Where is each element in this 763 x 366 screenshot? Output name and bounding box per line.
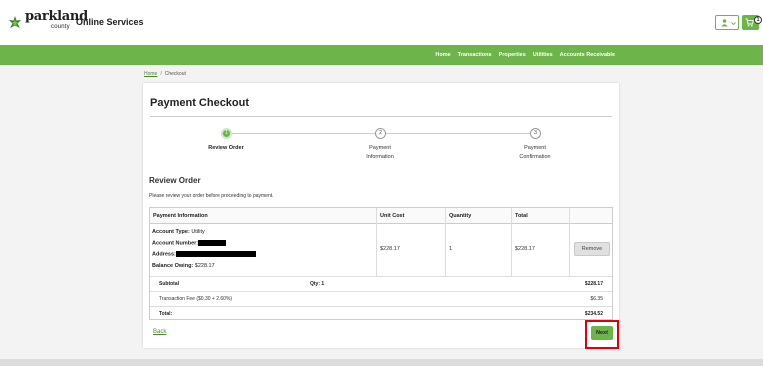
breadcrumb: Home / Checkout — [144, 71, 186, 77]
cart-icon — [745, 18, 754, 27]
parkland-logo[interactable]: parkland county — [8, 9, 88, 34]
site-title: Online Services — [76, 17, 144, 27]
balance-label: Balance Owing: — [152, 263, 194, 269]
column-divider — [511, 208, 512, 276]
column-divider — [376, 208, 377, 276]
breadcrumb-home[interactable]: Home — [144, 71, 157, 77]
address-label: Address: — [152, 251, 176, 258]
breadcrumb-current: Checkout — [164, 71, 186, 77]
step-1-label: Review Order — [208, 145, 244, 151]
step-2-label-line1: Payment — [369, 145, 391, 151]
column-divider — [569, 208, 570, 276]
account-type-line: Account Type: Utility — [152, 229, 205, 235]
step-3-label-line2: Confirmation — [519, 154, 551, 160]
remove-button[interactable]: Remove — [574, 242, 610, 256]
transaction-fee-value: $6.35 — [590, 296, 603, 302]
account-type-label: Account Type: — [152, 229, 190, 235]
breadcrumb-separator: / — [160, 71, 162, 77]
header-payment-info: Payment Information — [153, 213, 208, 219]
review-order-heading: Review Order — [149, 176, 201, 185]
row-divider — [150, 291, 612, 292]
address-line: Address: — [152, 251, 256, 257]
order-table: Payment Information Unit Cost Quantity T… — [149, 207, 613, 320]
parkland-leaf-logo-icon — [9, 16, 21, 28]
unit-cost-cell: $228.17 — [380, 246, 400, 252]
balance-line: Balance Owing: $228.17 — [152, 263, 215, 269]
subtotal-qty: Qty: 1 — [310, 281, 325, 287]
total-cell: $228.17 — [515, 246, 535, 252]
header-total: Total — [515, 213, 528, 219]
step-2-label: Payment Information — [350, 144, 410, 162]
balance-value: $228.17 — [194, 263, 215, 269]
header-unit-cost: Unit Cost — [380, 213, 405, 219]
nav-transactions[interactable]: Transactions — [458, 52, 492, 58]
subtotal-label: Subtotal — [159, 281, 179, 287]
address-redacted — [175, 251, 256, 257]
column-divider — [445, 208, 446, 276]
nav-properties[interactable]: Properties — [499, 52, 526, 58]
step-1-circle: 1 — [221, 128, 232, 139]
user-menu-button[interactable] — [715, 15, 739, 30]
stepper-line-1 — [232, 133, 380, 134]
table-header-row: Payment Information Unit Cost Quantity T… — [150, 208, 612, 224]
account-number-label: Account Number: — [152, 240, 199, 247]
page-title: Payment Checkout — [150, 97, 250, 109]
top-header: parkland county Online Services 1 — [0, 0, 763, 45]
step-3-label-line1: Payment — [524, 145, 546, 151]
logo-text: parkland county — [25, 9, 88, 34]
step-3-circle: 3 — [530, 128, 541, 139]
next-button[interactable]: Next — [591, 326, 613, 340]
back-link[interactable]: Back — [153, 329, 166, 335]
stepper-line-2 — [385, 133, 534, 134]
main-nav: Home Transactions Properties Utilities A… — [0, 45, 763, 65]
total-value: $234.52 — [584, 311, 603, 317]
account-number-line: Account Number: — [152, 240, 227, 247]
transaction-fee-label: Transaction Fee ($0.30 + 2.60%) — [159, 296, 233, 302]
row-divider — [150, 306, 612, 307]
step-3-label: Payment Confirmation — [505, 144, 565, 162]
account-type-value: Utility — [191, 229, 205, 235]
checkout-card: Payment Checkout 1 Review Order 2 Paymen… — [143, 83, 619, 349]
logo-sub: county — [51, 24, 70, 30]
title-divider — [150, 116, 612, 117]
step-2-circle: 2 — [375, 128, 386, 139]
quantity-cell: 1 — [449, 246, 453, 252]
footer-strip — [0, 359, 763, 366]
review-intro-text: Please review your order before proceedi… — [149, 193, 274, 199]
nav-accounts-receivable[interactable]: Accounts Receivable — [560, 52, 615, 58]
account-number-redacted — [198, 240, 227, 246]
cart-count-badge: 1 — [754, 16, 762, 24]
header-quantity: Quantity — [449, 213, 472, 219]
subtotal-value: $228.17 — [584, 281, 603, 287]
step-2-label-line2: Information — [366, 154, 394, 160]
row-divider — [150, 276, 612, 277]
nav-utilities[interactable]: Utilities — [533, 52, 553, 58]
nav-links: Home Transactions Properties Utilities A… — [435, 45, 615, 65]
nav-home[interactable]: Home — [435, 52, 450, 58]
total-label: Total: — [159, 311, 173, 317]
user-icon — [721, 19, 728, 27]
chevron-down-icon — [731, 22, 736, 25]
